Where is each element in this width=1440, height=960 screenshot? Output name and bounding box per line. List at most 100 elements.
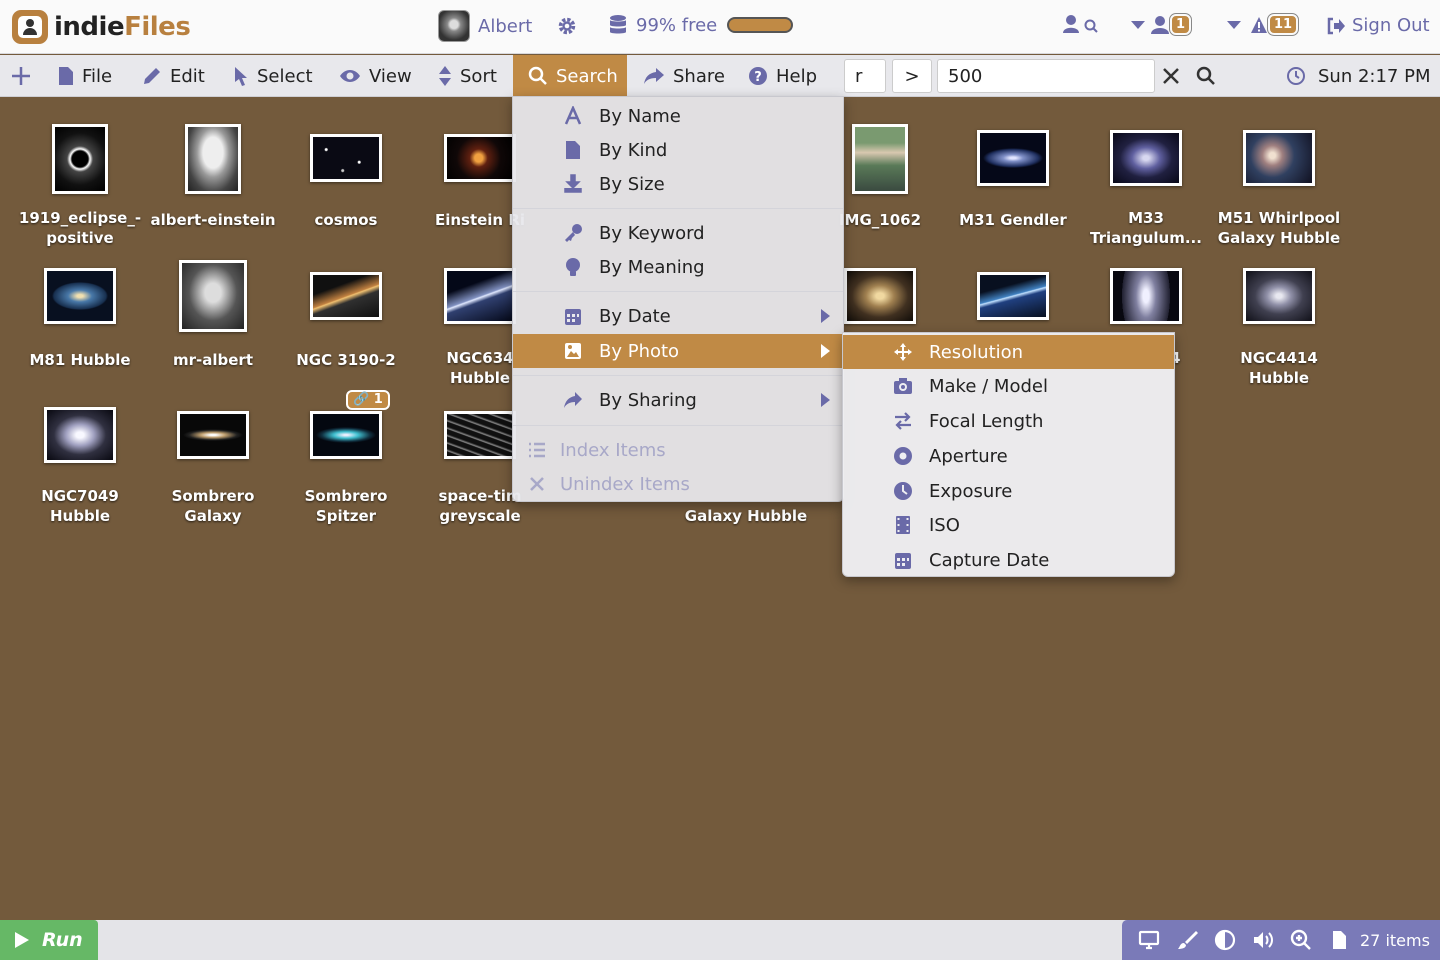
clear-search-button[interactable] xyxy=(1162,55,1188,97)
search-by-meaning[interactable]: By Meaning xyxy=(513,250,843,284)
logo-text-part1: indie xyxy=(54,12,125,42)
user-search-icon xyxy=(1063,15,1098,33)
file-thumbnail xyxy=(44,268,116,324)
database-icon xyxy=(610,15,626,34)
calendar-icon xyxy=(895,553,911,569)
menu-sort-label: Sort xyxy=(460,65,497,87)
menu-separator xyxy=(513,375,843,376)
file-label: Sombrero Galaxy xyxy=(171,487,255,525)
search-by-name-label: By Name xyxy=(599,105,681,127)
contrast-icon[interactable] xyxy=(1214,929,1236,951)
search-by-date[interactable]: By Date xyxy=(513,299,843,333)
menu-view[interactable]: View xyxy=(339,55,412,97)
file-label: albert-einstein xyxy=(150,211,276,229)
search-by-name[interactable]: By Name xyxy=(513,99,843,133)
menu-separator xyxy=(513,208,843,209)
paintbrush-icon[interactable] xyxy=(1176,929,1198,951)
desktop-icon[interactable] xyxy=(1138,929,1160,951)
search-operator-field[interactable]: > xyxy=(892,59,932,93)
menu-search-label: Search xyxy=(556,65,618,87)
file-thumbnail xyxy=(52,124,108,194)
search-by-size[interactable]: By Size xyxy=(513,167,843,201)
menu-view-label: View xyxy=(369,65,412,87)
submenu-arrow-icon xyxy=(821,309,830,323)
file-label: M33 Triangulum... xyxy=(1090,209,1202,247)
calendar-icon xyxy=(565,309,581,325)
photo-resolution[interactable]: Resolution xyxy=(843,335,1174,369)
file-label: M51 Whirlpool Galaxy Hubble xyxy=(1217,209,1341,247)
menu-select-label: Select xyxy=(257,65,313,87)
file-thumbnail xyxy=(1110,268,1182,324)
gear-icon[interactable] xyxy=(556,15,578,37)
new-button[interactable] xyxy=(10,55,40,97)
menu-edit[interactable]: Edit xyxy=(142,55,205,97)
photo-iso-label: ISO xyxy=(929,514,960,536)
search-attribute-field[interactable]: r xyxy=(844,59,886,93)
file-thumbnail xyxy=(310,134,382,182)
menu-share[interactable]: Share xyxy=(643,55,725,97)
photo-aperture[interactable]: Aperture xyxy=(843,439,1174,473)
clock[interactable]: Sun 2:17 PM xyxy=(1286,55,1431,97)
photo-iso[interactable]: ISO xyxy=(843,508,1174,542)
menu-file[interactable]: File xyxy=(58,55,112,97)
search-by-kind[interactable]: By Kind xyxy=(513,133,843,167)
menu-search[interactable]: Search xyxy=(513,55,627,97)
photo-resolution-label: Resolution xyxy=(929,341,1024,363)
sign-out-button[interactable]: Sign Out xyxy=(1326,15,1430,36)
volume-icon[interactable] xyxy=(1252,929,1274,951)
photo-capture-date-label: Capture Date xyxy=(929,549,1050,571)
disk-free-text: 99% free xyxy=(636,14,718,36)
submenu-arrow-icon xyxy=(821,344,830,358)
disk-usage[interactable]: 99% free xyxy=(608,14,794,36)
aperture-icon xyxy=(894,447,912,465)
search-by-photo[interactable]: By Photo xyxy=(513,334,843,368)
file-thumbnail xyxy=(44,407,116,463)
file-thumbnail xyxy=(844,268,916,324)
file-label: 1919_eclipse_- positive xyxy=(18,209,142,247)
photo-focal-length[interactable]: Focal Length xyxy=(843,404,1174,438)
photo-exposure[interactable]: Exposure xyxy=(843,474,1174,508)
run-button[interactable]: Run xyxy=(0,920,98,960)
search-by-keyword[interactable]: By Keyword xyxy=(513,216,843,250)
run-search-button[interactable] xyxy=(1196,55,1224,97)
file-thumbnail xyxy=(310,272,382,320)
people-menu[interactable]: 1 xyxy=(1130,14,1192,35)
zoom-icon[interactable] xyxy=(1290,929,1312,951)
file-thumbnail xyxy=(179,260,247,332)
caret-down-icon xyxy=(1131,20,1145,29)
menu-help[interactable]: ? Help xyxy=(748,55,817,97)
menu-share-label: Share xyxy=(673,65,725,87)
photo-exposure-label: Exposure xyxy=(929,480,1013,502)
list-icon xyxy=(529,442,545,458)
file-icon[interactable] xyxy=(1328,929,1350,951)
help-icon: ? xyxy=(749,67,767,85)
people-badge: 1 xyxy=(1170,14,1192,35)
file-thumbnail xyxy=(1243,268,1315,324)
bottom-bar: Run 27 items xyxy=(0,920,1440,960)
plus-icon xyxy=(12,67,30,85)
search-value-input[interactable]: 500 xyxy=(937,59,1155,93)
play-icon xyxy=(15,932,29,948)
photo-make-model[interactable]: Make / Model xyxy=(843,369,1174,403)
run-label: Run xyxy=(42,929,83,951)
file-thumbnail xyxy=(185,124,241,194)
exchange-icon xyxy=(895,412,911,430)
user-menu[interactable]: Albert xyxy=(438,10,532,42)
search-icon xyxy=(528,66,547,85)
file-thumbnail xyxy=(1243,130,1315,186)
user-search-button[interactable] xyxy=(1062,14,1100,36)
sign-out-label: Sign Out xyxy=(1352,15,1430,36)
film-icon xyxy=(896,516,910,534)
photo-focal-length-label: Focal Length xyxy=(929,410,1044,432)
file-thumbnail xyxy=(444,411,516,459)
photo-capture-date[interactable]: Capture Date xyxy=(843,543,1174,577)
menu-bar: File Edit Select View Sort Search Share … xyxy=(0,55,1440,97)
menu-select[interactable]: Select xyxy=(233,55,313,97)
alerts-menu[interactable]: 11 xyxy=(1226,14,1299,35)
file-label: mr-albert xyxy=(173,351,253,369)
search-by-sharing[interactable]: By Sharing xyxy=(513,383,843,417)
menu-sort[interactable]: Sort xyxy=(438,55,497,97)
app-logo[interactable]: indieFiles xyxy=(12,10,191,44)
share-icon xyxy=(564,392,582,408)
search-dropdown-menu: By Name By Kind By Size By Keyword By Me… xyxy=(512,96,844,502)
